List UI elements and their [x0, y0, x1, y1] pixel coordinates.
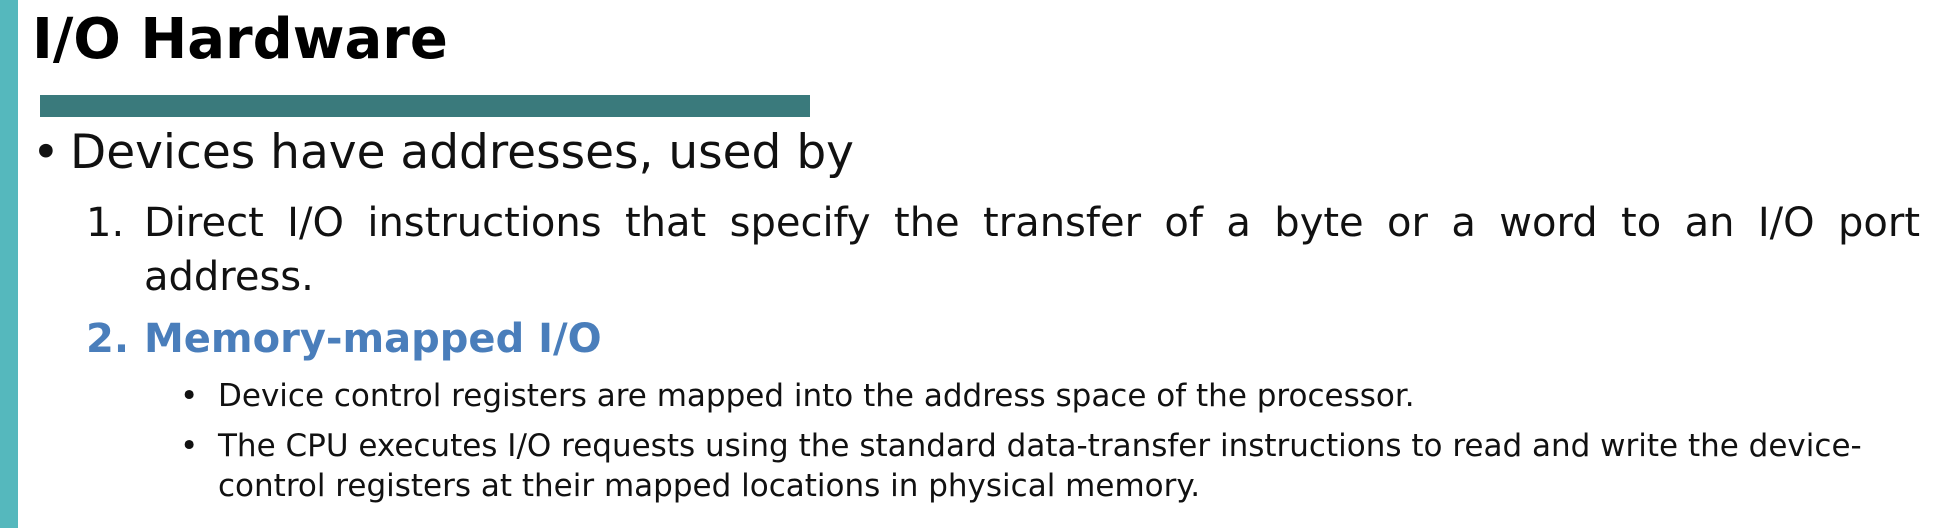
item-text: Direct I/O instructions that specify the…: [144, 200, 1920, 300]
main-bullet-text: Devices have addresses, used by: [70, 125, 854, 180]
sub-bullet-text: Device control registers are mapped into…: [218, 378, 1415, 414]
numbered-item-direct-io: 1. Direct I/O instructions that specify …: [86, 196, 1920, 304]
sub-bullet-text: The CPU executes I/O requests using the …: [218, 428, 1862, 504]
item-number: 1.: [86, 200, 125, 246]
bullet-dot-icon: •: [180, 378, 199, 414]
item-number: 2.: [86, 316, 130, 362]
item-text: Memory-mapped I/O: [144, 316, 602, 362]
main-bullet: • Devices have addresses, used by: [32, 122, 854, 184]
slide-accent-bar: [0, 0, 18, 528]
slide-title: I/O Hardware: [32, 7, 448, 72]
bullet-dot-icon: •: [180, 428, 199, 464]
sub-bullet-item: • The CPU executes I/O requests using th…: [180, 426, 1920, 506]
sub-bullet-item: • Device control registers are mapped in…: [180, 376, 1920, 416]
numbered-item-memory-mapped-io: 2. Memory-mapped I/O: [86, 312, 1920, 366]
title-underline-rule: [40, 95, 810, 117]
bullet-dot-icon: •: [32, 125, 60, 180]
